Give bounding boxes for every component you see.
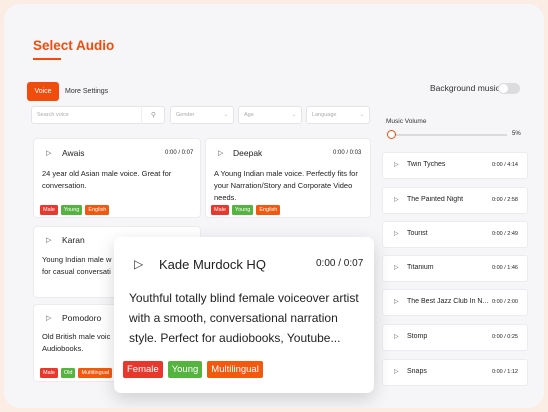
music-track[interactable]: ▷ The Best Jazz Club In N... 0:00 / 2:00 [382, 289, 528, 316]
track-name: Titanium [407, 264, 434, 271]
music-volume-handle[interactable] [387, 130, 396, 139]
voice-name: Karan [62, 235, 85, 245]
track-time: 0:00 / 0:25 [492, 334, 518, 340]
voice-description-line: your Narration/Story and Corporate Video [214, 181, 353, 190]
play-icon[interactable]: ▷ [218, 149, 223, 157]
chevron-down-icon: ⌄ [359, 112, 364, 118]
track-name: Stomp [407, 333, 428, 340]
voice-description-line: needs. [214, 193, 237, 202]
voice-description: A Young Indian male voice. Perfectly fit… [214, 168, 372, 204]
play-icon[interactable]: ▷ [394, 264, 399, 271]
tag-gender: Male [40, 205, 58, 215]
track-time: 0:00 / 2:00 [492, 299, 518, 305]
age-select[interactable]: Age ⌄ [238, 106, 302, 124]
tag-age: Young [167, 361, 203, 378]
tag-language: English [256, 205, 281, 215]
voice-description-line: conversation. [42, 181, 87, 190]
voice-description-line: Youthful totally blind female voiceover … [129, 291, 359, 305]
play-icon[interactable]: ▷ [394, 230, 399, 237]
music-track[interactable]: ▷ Titanium 0:00 / 1:46 [382, 255, 528, 282]
play-icon[interactable]: ▷ [134, 257, 143, 271]
gender-select-label: Gender [176, 112, 195, 118]
language-select-label: Language [312, 112, 337, 118]
music-volume-value: 5% [512, 131, 521, 137]
voice-tags: Male Young English [211, 205, 281, 215]
tag-age: Young [231, 205, 254, 215]
tag-gender: Male [40, 368, 58, 378]
voice-time: 0:00 / 0:07 [316, 258, 364, 269]
voice-name: Deepak [233, 148, 263, 158]
tag-language: Multilingual [207, 361, 263, 378]
play-icon[interactable]: ▷ [394, 196, 399, 203]
music-volume-label: Music Volume [386, 118, 427, 125]
tag-gender: Male [211, 205, 229, 215]
track-time: 0:00 / 2:49 [492, 231, 518, 237]
music-track[interactable]: ▷ Tourist 0:00 / 2:49 [382, 221, 528, 248]
age-select-label: Age [244, 112, 254, 118]
chevron-down-icon: ⌄ [291, 112, 296, 118]
featured-voice-card[interactable]: ▷ Kade Murdock HQ 0:00 / 0:07 Youthful t… [114, 237, 374, 393]
track-name: Twin Tyches [407, 161, 446, 168]
music-track[interactable]: ▷ The Painted Night 0:00 / 2:58 [382, 187, 528, 214]
voice-time: 0:00 / 0:07 [165, 150, 194, 156]
voice-description-line: style. Perfect for audiobooks, Youtube..… [129, 331, 341, 345]
search-placeholder: Search voice [37, 112, 69, 118]
voice-tags: Male Old Multilingual [40, 368, 112, 378]
track-name: Tourist [407, 230, 428, 237]
page-title: Select Audio [33, 38, 115, 53]
voice-description: 24 year old Asian male voice. Great for … [42, 168, 200, 192]
tag-gender: Female [123, 361, 163, 378]
select-audio-panel: Select Audio Voice More Settings Backgro… [4, 4, 544, 408]
voice-description-line: 24 year old Asian male voice. Great for [42, 169, 172, 178]
gender-select[interactable]: Gender ⌄ [170, 106, 234, 124]
track-time: 0:00 / 2:58 [492, 197, 518, 203]
play-icon[interactable]: ▷ [394, 161, 399, 168]
track-time: 0:00 / 1:46 [492, 265, 518, 271]
track-name: The Best Jazz Club In N... [407, 298, 489, 305]
tag-age: Old [60, 368, 76, 378]
music-track[interactable]: ▷ Stomp 0:00 / 0:25 [382, 324, 528, 351]
background-music-label: Background music [430, 83, 500, 93]
track-time: 0:00 / 1:12 [492, 369, 518, 375]
voice-description: Youthful totally blind female voiceover … [129, 288, 369, 348]
music-track[interactable]: ▷ Twin Tyches 0:00 / 4:14 [382, 152, 528, 179]
music-volume-slider[interactable] [389, 134, 507, 136]
voice-time: 0:00 / 0:03 [333, 150, 362, 156]
background-music-toggle[interactable] [498, 83, 520, 94]
search-icon[interactable]: ⚲ [141, 106, 165, 124]
play-icon[interactable]: ▷ [46, 236, 51, 244]
track-time: 0:00 / 4:14 [492, 162, 518, 168]
track-name: Snaps [407, 368, 427, 375]
voice-description-line: with a smooth, conversational narration [129, 311, 338, 325]
language-select[interactable]: Language ⌄ [306, 106, 370, 124]
voice-name: Kade Murdock HQ [159, 257, 266, 272]
voice-name: Pomodoro [62, 313, 102, 323]
voice-card-deepak[interactable]: ▷ Deepak 0:00 / 0:03 A Young Indian male… [205, 138, 371, 218]
tab-voice[interactable]: Voice [27, 82, 59, 101]
play-icon[interactable]: ▷ [394, 333, 399, 340]
music-track[interactable]: ▷ Snaps 0:00 / 1:12 [382, 359, 528, 386]
voice-description-line: A Young Indian male voice. Perfectly fit… [214, 169, 358, 178]
title-underline [33, 58, 61, 60]
tag-language: English [85, 205, 110, 215]
track-name: The Painted Night [407, 196, 464, 203]
play-icon[interactable]: ▷ [394, 298, 399, 305]
voice-card-awais[interactable]: ▷ Awais 0:00 / 0:07 24 year old Asian ma… [33, 138, 201, 218]
play-icon[interactable]: ▷ [394, 368, 399, 375]
tag-language: Multilingual [78, 368, 112, 378]
voice-tags: Male Young English [40, 205, 110, 215]
play-icon[interactable]: ▷ [46, 149, 51, 157]
play-icon[interactable]: ▷ [46, 314, 51, 322]
tab-more-settings[interactable]: More Settings [65, 82, 108, 101]
chevron-down-icon: ⌄ [223, 112, 228, 118]
voice-tags: Female Young Multilingual [123, 361, 263, 378]
tag-age: Young [60, 205, 83, 215]
voice-name: Awais [62, 148, 85, 158]
